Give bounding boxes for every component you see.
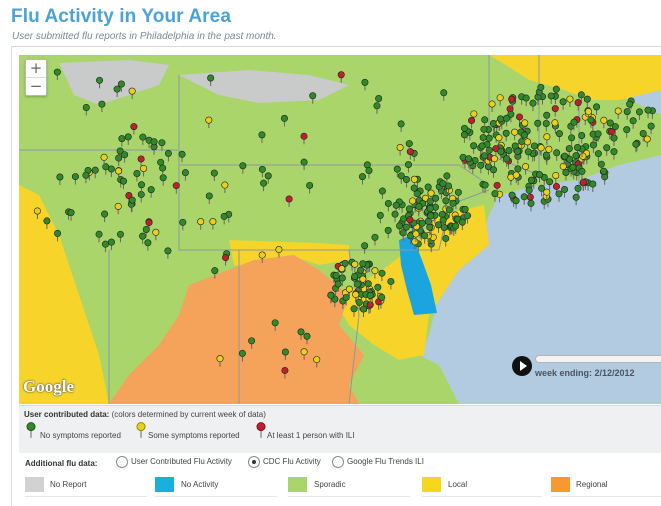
- swatch-label-sporadic: Sporadic: [314, 480, 346, 489]
- additional-data-label: Additional flu data:: [25, 459, 98, 468]
- radio-circle[interactable]: [116, 456, 128, 468]
- radio-user-contributed[interactable]: User Contributed Flu Activity: [116, 456, 232, 468]
- swatch-local: [422, 477, 441, 492]
- zoom-control[interactable]: + −: [25, 59, 47, 96]
- legend-title: User contributed data: (colors determine…: [24, 410, 266, 419]
- flu-map[interactable]: [19, 55, 661, 404]
- green-pin-icon: [26, 422, 36, 438]
- swatch-underline: [422, 496, 542, 497]
- swatch-sporadic: [288, 477, 307, 492]
- page-title: Flu Activity in Your Area: [11, 6, 231, 27]
- timeline-slider[interactable]: [535, 355, 661, 363]
- swatch-label-no-activity: No Activity: [181, 480, 219, 489]
- page-subtitle: User submitted flu reports in Philadelph…: [12, 31, 277, 42]
- google-logo: Google: [23, 377, 74, 396]
- swatch-underline: [155, 496, 277, 497]
- swatch-label-no-report: No Report: [50, 480, 87, 489]
- radio-circle[interactable]: [332, 456, 344, 468]
- swatch-underline: [288, 496, 410, 497]
- user-data-legend: User contributed data: (colors determine…: [19, 405, 661, 453]
- swatch-no-report: [25, 477, 44, 492]
- swatch-no-activity: [155, 477, 174, 492]
- radio-circle-selected[interactable]: [248, 456, 260, 468]
- radio-google-trends[interactable]: Google Flu Trends ILI: [332, 456, 424, 468]
- yellow-pin-icon: [136, 422, 146, 438]
- legend-ili: At least 1 person with ILI: [267, 431, 355, 440]
- legend-title-note: (colors determined by current week of da…: [111, 410, 266, 419]
- swatch-regional: [551, 477, 570, 492]
- play-icon[interactable]: [512, 356, 532, 376]
- week-ending-label: week ending: 2/12/2012: [535, 368, 635, 378]
- swatch-label-regional: Regional: [576, 480, 608, 489]
- legend-some-symptoms: Some symptoms reported: [148, 431, 240, 440]
- radio-cdc[interactable]: CDC Flu Activity: [248, 456, 321, 468]
- map-canvas[interactable]: [19, 55, 661, 404]
- legend-no-symptoms: No symptoms reported: [40, 431, 121, 440]
- legend-title-bold: User contributed data:: [24, 410, 110, 419]
- zoom-in-button[interactable]: +: [26, 60, 46, 77]
- swatch-underline: [25, 496, 147, 497]
- swatch-underline: [551, 496, 661, 497]
- red-pin-icon: [256, 422, 266, 438]
- zoom-out-button[interactable]: −: [26, 77, 46, 95]
- timeline-player: week ending: 2/12/2012: [512, 354, 661, 380]
- swatch-label-local: Local: [448, 480, 468, 489]
